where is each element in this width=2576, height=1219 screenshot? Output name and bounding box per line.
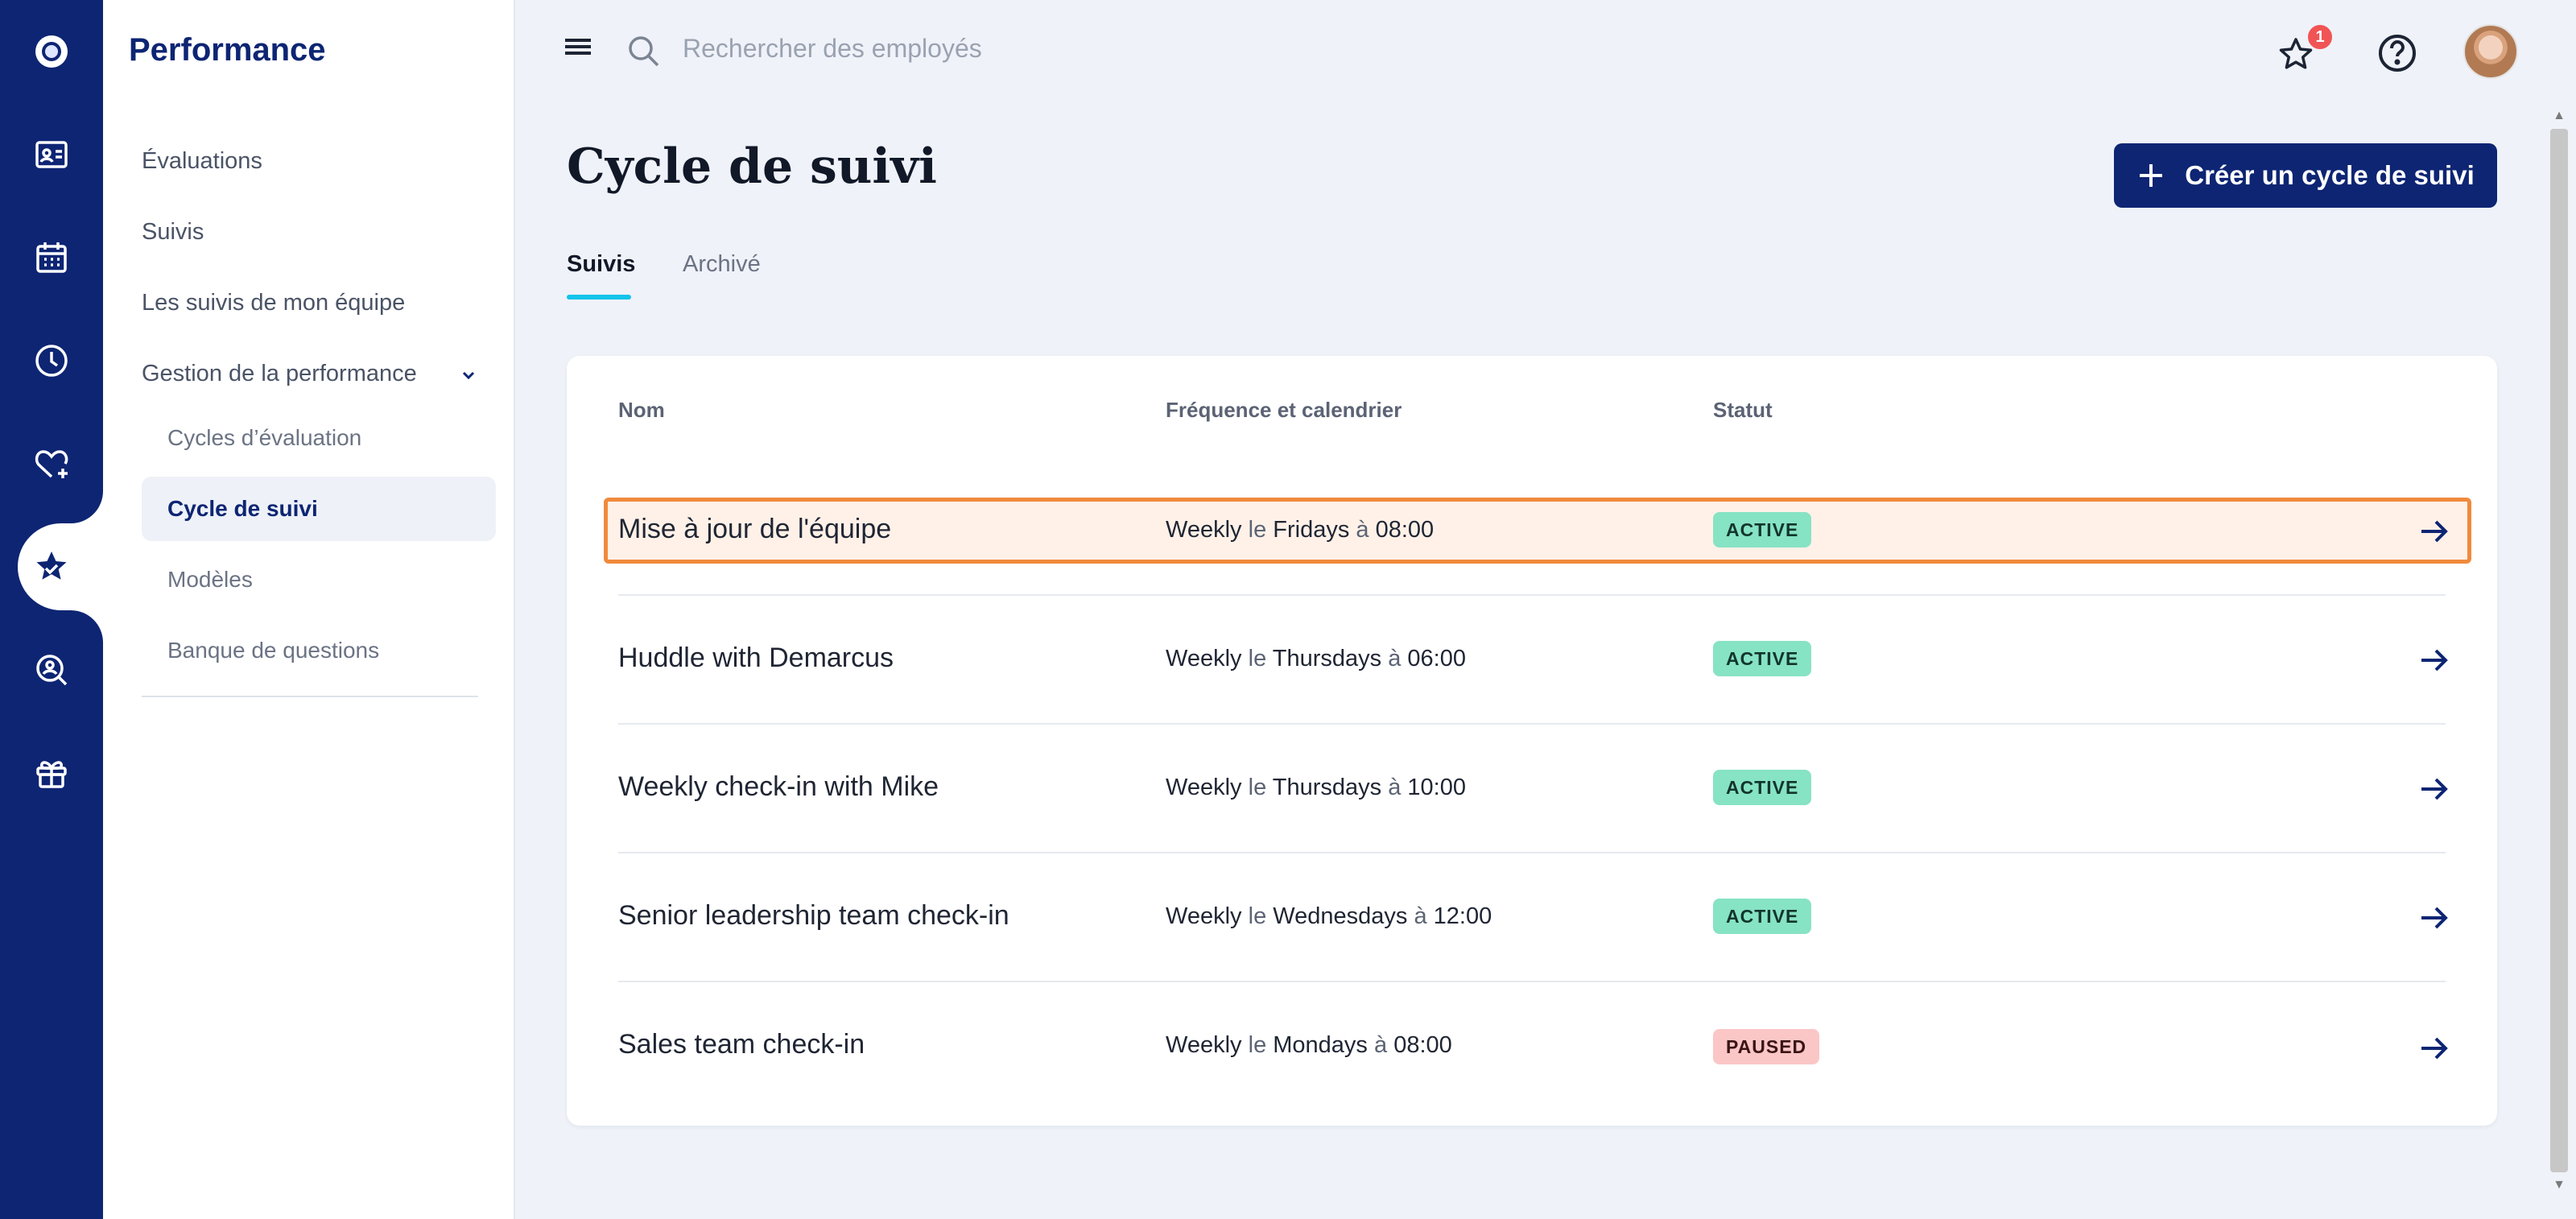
active-tab-indicator <box>567 295 631 300</box>
search-input[interactable]: Rechercher des employés <box>683 34 982 64</box>
row-divider <box>618 981 2446 982</box>
status-badge: ACTIVE <box>1713 770 1812 805</box>
sidebar-item-label: Gestion de la performance <box>142 361 417 386</box>
arrow-right-icon[interactable] <box>2415 1029 2454 1068</box>
star-performance-icon[interactable] <box>0 527 103 607</box>
sidebar-item-performance-management[interactable]: Gestion de la performance <box>142 361 478 387</box>
scroll-up-arrow-icon[interactable]: ▲ <box>2550 106 2568 126</box>
page-title: Cycle de suivi <box>567 138 937 195</box>
follow-up-cycles-table <box>567 356 2497 1126</box>
sidebar-item-suivis[interactable]: Suivis <box>142 219 204 246</box>
gift-icon[interactable] <box>0 733 103 813</box>
create-button-label: Créer un cycle de suivi <box>2185 160 2475 190</box>
tab-archive[interactable]: Archivé <box>683 251 761 278</box>
row-divider <box>618 723 2446 725</box>
notification-badge: 1 <box>2306 23 2334 52</box>
row-frequency: Weekly le Mondays à 08:00 <box>1166 1032 1452 1058</box>
sidebar-sub-item-templates[interactable]: Modèles <box>167 567 253 593</box>
icon-rail <box>0 0 103 1219</box>
status-badge: ACTIVE <box>1713 641 1812 676</box>
status-badge: ACTIVE <box>1713 899 1812 934</box>
row-frequency: Weekly le Thursdays à 10:00 <box>1166 775 1466 800</box>
row-divider <box>618 594 2446 596</box>
sidebar-divider <box>142 696 478 697</box>
create-follow-up-cycle-button[interactable]: Créer un cycle de suivi <box>2114 143 2497 208</box>
chevron-down-icon <box>462 371 475 380</box>
row-frequency: Weekly le Wednesdays à 12:00 <box>1166 903 1492 929</box>
row-name[interactable]: Weekly check-in with Mike <box>618 771 939 803</box>
plus-icon <box>2140 164 2163 187</box>
sidebar-item-evaluations[interactable]: Évaluations <box>142 148 262 175</box>
heart-plus-icon[interactable] <box>0 424 103 504</box>
arrow-right-icon[interactable] <box>2415 770 2454 808</box>
arrow-right-icon[interactable] <box>2415 899 2454 937</box>
status-badge: ACTIVE <box>1713 512 1812 548</box>
sidebar-item-team-suivis[interactable]: Les suivis de mon équipe <box>142 290 405 316</box>
status-badge: PAUSED <box>1713 1029 1820 1064</box>
row-name[interactable]: Huddle with Demarcus <box>618 643 894 674</box>
clock-icon[interactable] <box>0 320 103 401</box>
arrow-right-icon[interactable] <box>2415 512 2454 551</box>
row-name[interactable]: Senior leadership team check-in <box>618 900 1009 932</box>
search-icon[interactable] <box>625 32 663 71</box>
arrow-right-icon[interactable] <box>2415 641 2454 680</box>
hamburger-menu-icon[interactable] <box>560 32 596 61</box>
row-name: Mise à jour de l'équipe <box>618 514 892 544</box>
sidebar-sub-item-follow-up-cycle[interactable]: Cycle de suivi <box>167 496 318 522</box>
logo-icon[interactable] <box>0 11 103 92</box>
calendar-icon[interactable] <box>0 217 103 298</box>
row-divider <box>618 852 2446 853</box>
row-frequency: Weekly le Thursdays à 06:00 <box>1166 646 1466 671</box>
contact-card-icon[interactable] <box>0 114 103 195</box>
avatar[interactable] <box>2463 24 2518 79</box>
sidebar-sub-item-question-bank[interactable]: Banque de questions <box>167 638 379 663</box>
sidebar: Performance Évaluations Suivis Les suivi… <box>103 0 515 1219</box>
column-header-name: Nom <box>618 398 665 422</box>
row-name[interactable]: Sales team check-in <box>618 1029 865 1060</box>
sidebar-title: Performance <box>129 32 326 68</box>
help-icon[interactable] <box>2373 29 2421 77</box>
row-frequency: Weekly le Fridays à 08:00 <box>1166 517 1435 543</box>
scroll-down-arrow-icon[interactable]: ▼ <box>2550 1176 2568 1195</box>
scrollbar-thumb[interactable] <box>2550 129 2568 1172</box>
search-person-icon[interactable] <box>0 630 103 710</box>
column-header-frequency: Fréquence et calendrier <box>1166 398 1402 422</box>
tab-suivis[interactable]: Suivis <box>567 251 635 278</box>
sidebar-sub-item-evaluation-cycles[interactable]: Cycles d’évaluation <box>167 425 361 451</box>
column-header-status: Statut <box>1713 398 1773 422</box>
